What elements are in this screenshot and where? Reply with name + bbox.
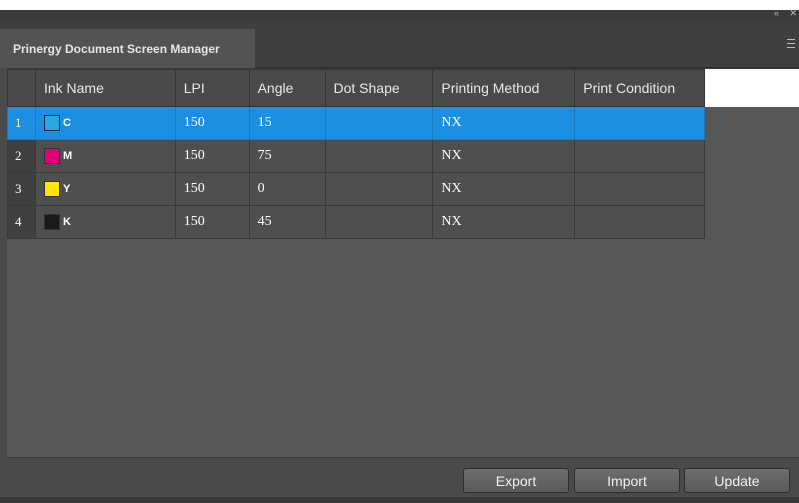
dot-shape-cell[interactable] — [324, 139, 434, 173]
tab-title: Prinergy Document Screen Manager — [13, 41, 220, 56]
print-condition-cell[interactable] — [574, 172, 706, 206]
button-bar: Export Import Update — [7, 457, 799, 498]
ink-name-label: C — [62, 117, 71, 129]
dot-shape-cell[interactable] — [324, 172, 434, 206]
print-condition-cell[interactable] — [574, 205, 706, 239]
column-header-printing-method[interactable]: Printing Method — [432, 69, 576, 107]
table-row[interactable]: 3 Y 150 0 NX — [7, 172, 799, 206]
lpi-cell[interactable]: 150 — [174, 139, 250, 173]
printing-method-cell[interactable]: NX — [432, 106, 576, 140]
panel-menu-icon[interactable] — [787, 39, 795, 49]
tab-bar: Prinergy Document Screen Manager — [0, 21, 799, 68]
column-header-print-condition[interactable]: Print Condition — [574, 69, 706, 107]
row-number: 1 — [7, 106, 36, 140]
dot-shape-cell[interactable] — [324, 106, 434, 140]
lpi-cell[interactable]: 150 — [174, 205, 250, 239]
column-header-ink-name[interactable]: Ink Name — [34, 69, 176, 107]
ink-name-cell[interactable]: M — [34, 139, 176, 173]
ink-name-label: M — [62, 150, 73, 162]
column-header-lpi[interactable]: LPI — [174, 69, 250, 107]
panel-left-edge — [0, 68, 7, 497]
ink-swatch — [43, 148, 60, 164]
table-header-row: Ink Name LPI Angle Dot Shape Printing Me… — [7, 69, 799, 107]
ink-name-label: Y — [62, 183, 71, 195]
import-button[interactable]: Import — [574, 468, 680, 493]
ink-name-cell[interactable]: K — [34, 205, 176, 239]
table-row[interactable]: 1 C 150 15 NX — [7, 106, 799, 140]
update-button[interactable]: Update — [684, 468, 790, 493]
print-condition-cell[interactable] — [574, 139, 706, 173]
printing-method-cell[interactable]: NX — [432, 172, 576, 206]
lpi-cell[interactable]: 150 — [174, 106, 250, 140]
panel-top-strip: « ✕ — [0, 8, 799, 21]
ink-swatch — [43, 181, 60, 197]
table-row[interactable]: 2 M 150 75 NX — [7, 139, 799, 173]
table-row[interactable]: 4 K 150 45 NX — [7, 205, 799, 239]
column-header-angle[interactable]: Angle — [248, 69, 326, 107]
dot-shape-cell[interactable] — [324, 205, 434, 239]
row-number: 3 — [7, 172, 36, 206]
ink-swatch — [43, 115, 60, 131]
row-number: 2 — [7, 139, 36, 173]
ink-name-cell[interactable]: C — [34, 106, 176, 140]
row-number: 4 — [7, 205, 36, 239]
ink-name-label: K — [62, 216, 71, 228]
header-blank-area — [704, 69, 799, 107]
export-button[interactable]: Export — [463, 468, 569, 493]
close-icon[interactable]: ✕ — [789, 8, 797, 19]
printing-method-cell[interactable]: NX — [432, 139, 576, 173]
angle-cell[interactable]: 0 — [248, 172, 326, 206]
lpi-cell[interactable]: 150 — [174, 172, 250, 206]
header-corner — [7, 69, 36, 107]
ink-screen-table: Ink Name LPI Angle Dot Shape Printing Me… — [7, 69, 799, 239]
angle-cell[interactable]: 45 — [248, 205, 326, 239]
ink-swatch — [43, 214, 60, 230]
panel-bottom-bar — [0, 497, 799, 503]
column-header-dot-shape[interactable]: Dot Shape — [324, 69, 434, 107]
printing-method-cell[interactable]: NX — [432, 205, 576, 239]
print-condition-cell[interactable] — [574, 106, 706, 140]
collapse-icon[interactable]: « — [774, 8, 779, 19]
screen-manager-panel: « ✕ Prinergy Document Screen Manager Ink… — [0, 8, 799, 503]
screen-grid-area: Ink Name LPI Angle Dot Shape Printing Me… — [7, 68, 799, 458]
tab-document-screen-manager[interactable]: Prinergy Document Screen Manager — [0, 29, 255, 68]
angle-cell[interactable]: 75 — [248, 139, 326, 173]
angle-cell[interactable]: 15 — [248, 106, 326, 140]
ink-name-cell[interactable]: Y — [34, 172, 176, 206]
